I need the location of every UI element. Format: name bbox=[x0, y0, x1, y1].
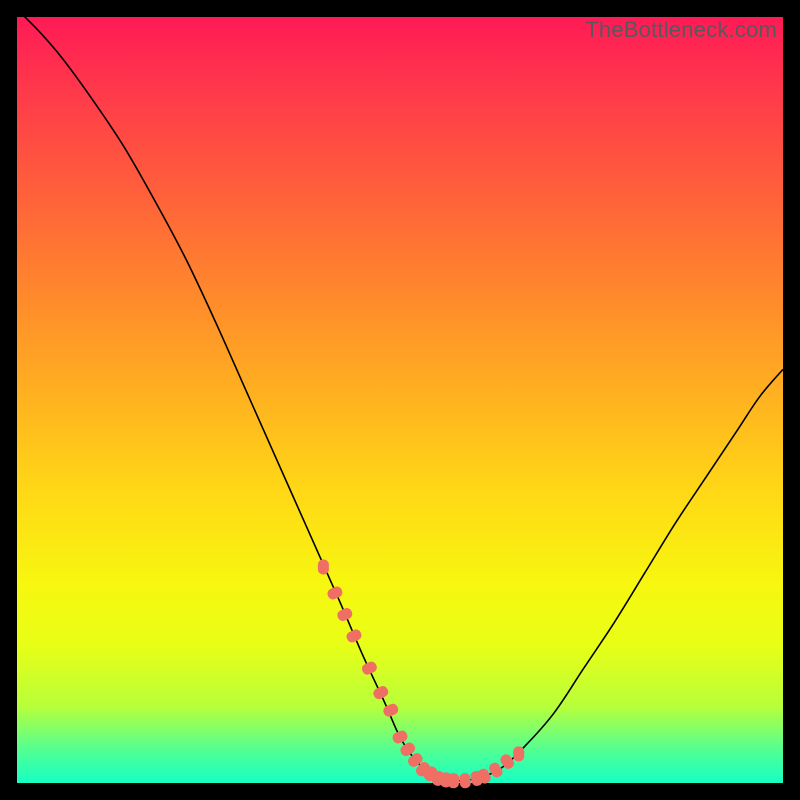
highlight-dot bbox=[345, 628, 363, 644]
highlight-dot bbox=[391, 729, 409, 745]
highlight-dot bbox=[513, 746, 524, 761]
gradient-background: TheBottleneck.com bbox=[17, 17, 783, 783]
highlight-dot bbox=[360, 660, 378, 676]
highlight-dot bbox=[448, 773, 460, 788]
highlight-dot bbox=[336, 606, 354, 622]
highlight-dot bbox=[459, 773, 471, 789]
highlight-dot bbox=[318, 560, 329, 575]
highlight-dots-group bbox=[318, 560, 524, 789]
bottleneck-curve bbox=[17, 9, 783, 780]
highlight-dot bbox=[372, 684, 390, 701]
highlight-dot bbox=[382, 702, 400, 718]
highlight-dot bbox=[326, 585, 344, 601]
chart-frame: TheBottleneck.com bbox=[0, 0, 800, 800]
chart-svg bbox=[17, 17, 783, 783]
